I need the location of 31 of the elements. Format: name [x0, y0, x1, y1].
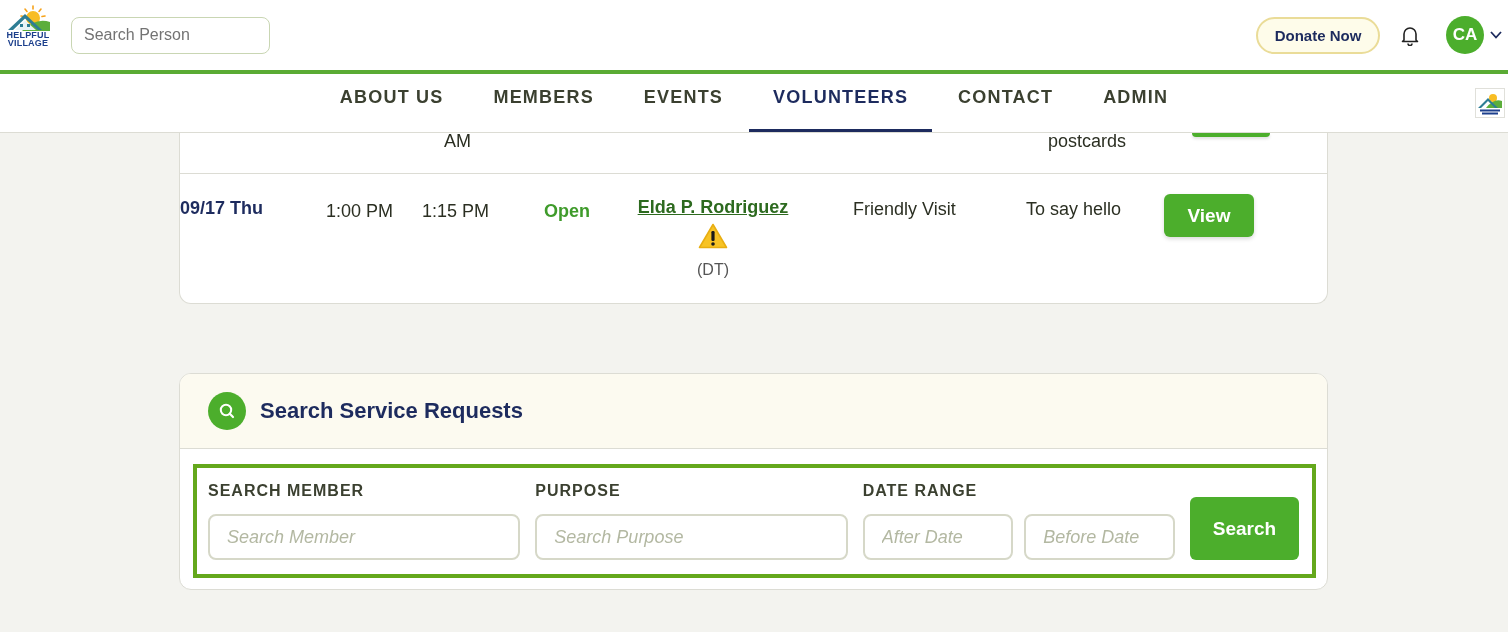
input-field[interactable]: Search Purpose — [535, 514, 848, 560]
member-link[interactable]: Elda P. Rodriguez — [637, 196, 789, 218]
input-field[interactable]: Before Date — [1024, 514, 1175, 560]
purpose-text: To say hello — [1026, 198, 1122, 220]
end-time-text: 1:15 PM — [422, 200, 490, 222]
donate-button[interactable]: Donate Now — [1256, 16, 1380, 54]
nav-tab[interactable]: CONTACT — [934, 74, 1078, 132]
end-time-text: AM — [444, 133, 471, 150]
field-label: PURPOSE — [535, 481, 621, 501]
purpose-text: postcards — [1048, 133, 1127, 150]
logo-text: HELPFUL — [6, 31, 50, 39]
member-note: (DT) — [697, 260, 729, 280]
search-icon — [208, 392, 246, 430]
search-field[interactable]: Search Person — [71, 16, 270, 54]
notification-bell-icon[interactable] — [1401, 24, 1419, 46]
nav-tab[interactable]: MEMBERS — [469, 74, 618, 132]
input-field[interactable]: Search Member — [208, 514, 521, 560]
field-label: DATE RANGE — [862, 481, 978, 501]
nav-tab[interactable]: ABOUT US — [315, 74, 468, 132]
date-text: 09/17 Thu — [180, 197, 264, 219]
nav-tab[interactable]: EVENTS — [619, 74, 748, 132]
logo-icon — [6, 5, 50, 31]
logo-text: VILLAGE — [7, 39, 49, 47]
field-label: SEARCH MEMBER — [208, 481, 365, 501]
nav-tab[interactable]: ADMIN — [1079, 74, 1193, 132]
start-time-text: 1:00 PM — [326, 200, 394, 222]
chevron-down-icon[interactable] — [1490, 31, 1502, 39]
logo-icon — [1475, 88, 1505, 118]
status-text: Open — [544, 200, 590, 222]
panel-title: Search Service Requests — [260, 398, 523, 424]
request-type-text: Friendly Visit — [853, 198, 956, 220]
